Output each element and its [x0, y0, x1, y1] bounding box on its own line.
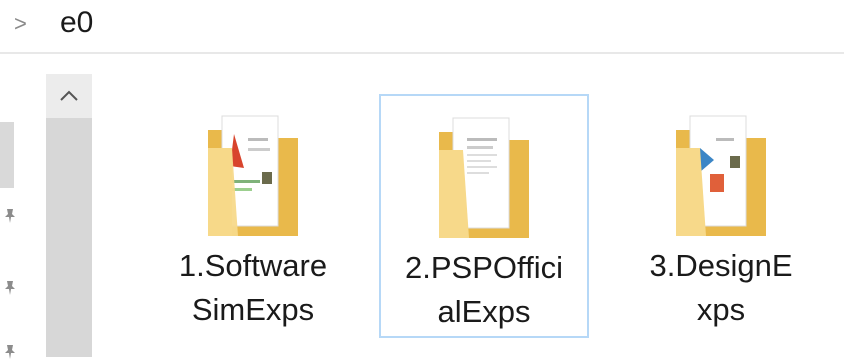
pin-icon[interactable]	[4, 208, 15, 223]
folder-icon	[676, 115, 766, 236]
address-bar-divider	[0, 52, 844, 54]
folder-icon	[439, 117, 529, 238]
navigation-scrollbar[interactable]	[46, 74, 92, 357]
folder-item[interactable]: 2.PSPOffici alExps	[379, 94, 589, 338]
scroll-up-button[interactable]	[46, 74, 92, 118]
folder-item[interactable]: 1.Software SimExps	[148, 94, 358, 338]
chevron-right-icon[interactable]: >	[14, 12, 27, 36]
folder-icon	[208, 115, 298, 236]
folder-label: 2.PSPOffici alExps	[381, 246, 587, 334]
chevron-up-icon	[60, 90, 78, 101]
breadcrumb-segment[interactable]: e0	[60, 6, 93, 40]
folder-item[interactable]: 3.DesignE xps	[616, 94, 826, 338]
folder-label: 3.DesignE xps	[616, 244, 826, 332]
folder-label-line: 3.DesignE	[649, 248, 793, 283]
navigation-item-selected[interactable]	[0, 122, 14, 188]
folder-label-line: 2.PSPOffici	[405, 250, 563, 285]
pin-icon[interactable]	[4, 344, 15, 359]
folder-label-line: alExps	[437, 294, 531, 329]
folder-label: 1.Software SimExps	[148, 244, 358, 332]
folder-label-line: xps	[696, 292, 746, 327]
scroll-thumb[interactable]	[46, 118, 92, 357]
address-bar[interactable]: > e0	[0, 0, 844, 50]
folder-label-line: SimExps	[191, 292, 315, 327]
pin-icon[interactable]	[4, 280, 15, 295]
folder-label-line: 1.Software	[178, 248, 328, 283]
